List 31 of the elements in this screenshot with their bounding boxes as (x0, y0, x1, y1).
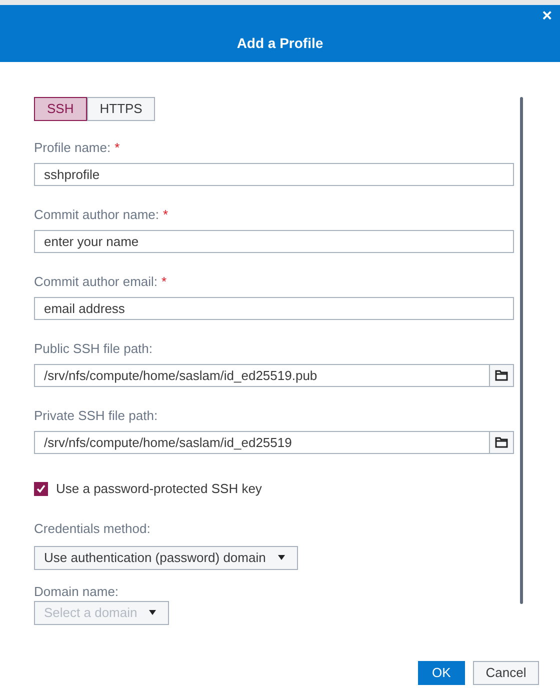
field-label: Domain name: (34, 582, 119, 598)
dialog-button[interactable]: OK (418, 661, 465, 685)
input-field[interactable]: /srv/nfs/compute/home/saslam/id_ed25519.pub (34, 364, 490, 387)
required-mark: * (114, 139, 120, 155)
tab[interactable]: HTTPS (86, 97, 156, 121)
caret-icon (278, 555, 285, 560)
required-mark: * (162, 273, 167, 289)
input-field[interactable]: /srv/nfs/compute/home/saslam/id_ed25519 (34, 431, 490, 454)
folder-icon (495, 370, 508, 381)
field-label: Credentials method: (34, 520, 150, 536)
required-mark: * (163, 206, 168, 222)
input-field[interactable]: enter your name (34, 230, 514, 253)
field-label: Commit author name: (34, 206, 159, 222)
browse-button[interactable] (490, 364, 514, 387)
close-button[interactable]: × (542, 7, 552, 24)
tab[interactable]: SSH (34, 97, 87, 121)
input-field[interactable]: email address (34, 297, 514, 320)
field-label: Public SSH file path: (34, 340, 153, 356)
field-label: Private SSH file path: (34, 407, 158, 423)
checkbox[interactable] (34, 482, 48, 496)
caret-icon (149, 610, 156, 615)
checkbox-label: Use a password-protected SSH key (56, 480, 262, 498)
browse-button[interactable] (490, 431, 514, 454)
dialog-title: Add a Profile (236, 34, 324, 53)
scrollbar[interactable] (520, 97, 523, 604)
input-field[interactable]: sshprofile (34, 163, 514, 186)
dropdown[interactable]: Use authentication (password) domain (34, 546, 298, 570)
folder-icon (495, 437, 508, 448)
dialog-button[interactable]: Cancel (472, 661, 540, 685)
field-label: Commit author email: (34, 273, 158, 289)
field-label: Profile name: (34, 139, 111, 155)
